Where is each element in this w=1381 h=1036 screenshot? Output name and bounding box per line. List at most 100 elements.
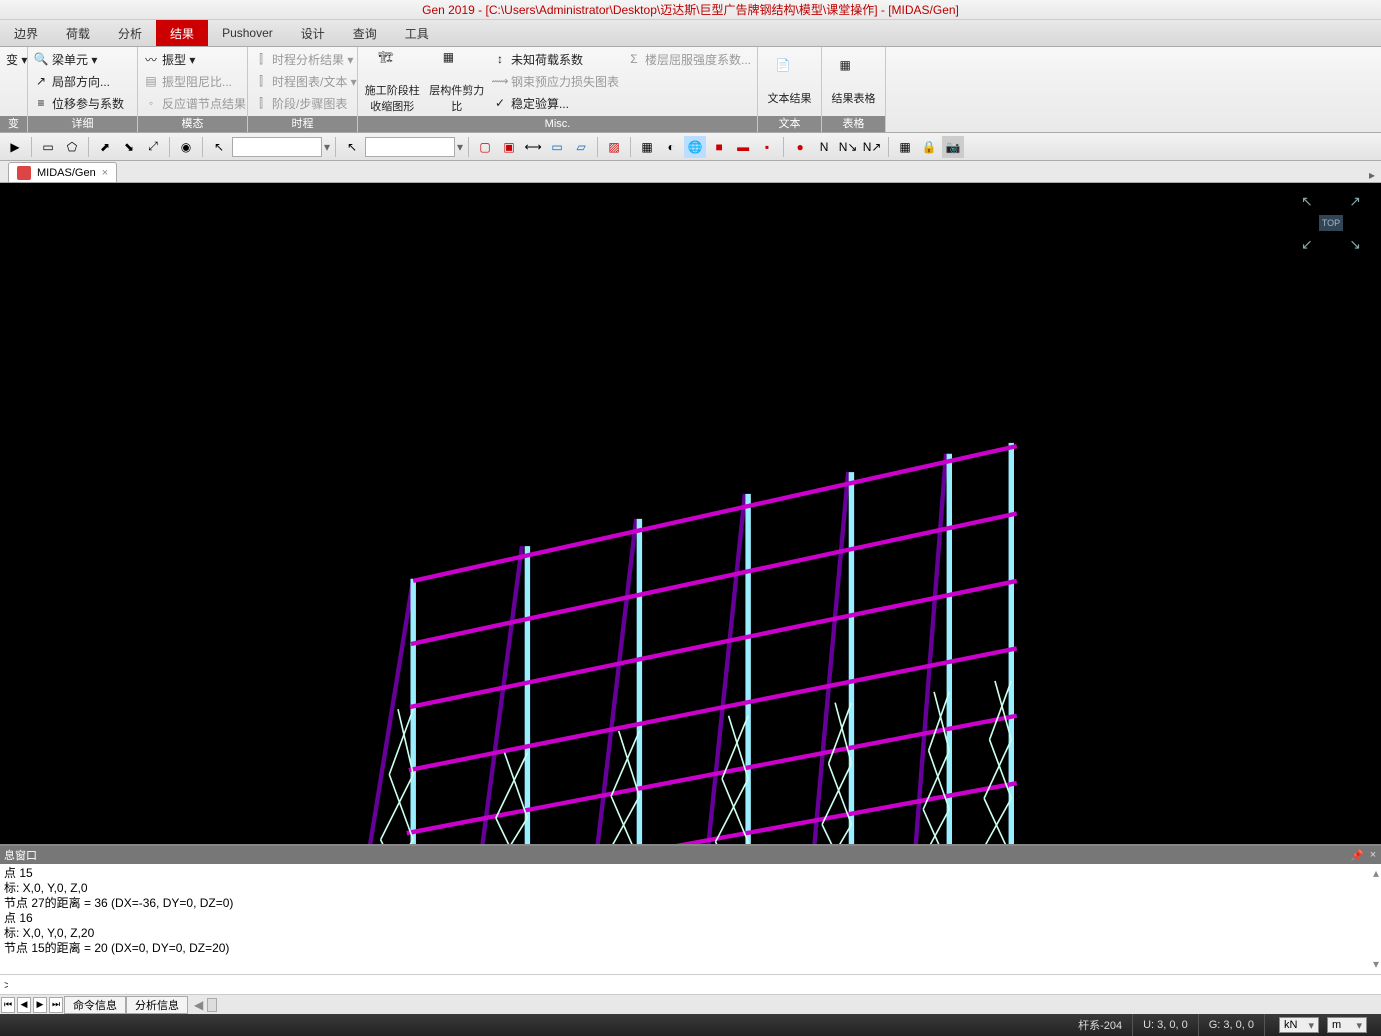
chart-icon: ▤ [144, 74, 158, 88]
close-panel-icon[interactable]: × [1365, 849, 1381, 861]
text-result-button[interactable]: 📄 文本结果 [764, 49, 815, 114]
pin-icon[interactable]: 📌 [1349, 849, 1365, 862]
menu-tools[interactable]: 工具 [391, 20, 443, 46]
arrow-nw-icon[interactable]: ↖ [1301, 193, 1313, 210]
select-icon[interactable]: ▭ [37, 136, 59, 158]
menu-analysis[interactable]: 分析 [104, 20, 156, 46]
group-detail-label: 详细 [28, 116, 137, 132]
run-icon[interactable]: ▶ [4, 136, 26, 158]
local-dir-button[interactable]: ↗局部方向... [34, 71, 124, 91]
render-icon[interactable]: 🌐 [684, 136, 706, 158]
tab-scroll-icon[interactable]: ▸ [1363, 168, 1381, 182]
arrow-sw-icon[interactable]: ↙ [1301, 236, 1313, 253]
doc-tab-midas[interactable]: MIDAS/Gen × [8, 162, 117, 182]
viewcube-face[interactable]: TOP [1319, 215, 1343, 231]
pointer2-icon[interactable]: ↖ [341, 136, 363, 158]
tab-prev-icon[interactable]: ◀ [17, 997, 31, 1013]
wireframe-icon[interactable]: ▦ [636, 136, 658, 158]
select-cross-icon[interactable]: ⤢ [142, 136, 164, 158]
building-icon: 🏗 [378, 50, 406, 78]
close-icon[interactable]: × [102, 167, 108, 179]
select-poly-icon[interactable]: ⬠ [61, 136, 83, 158]
frame-icon[interactable]: ▢ [474, 136, 496, 158]
window-title: Gen 2019 - [C:\Users\Administrator\Deskt… [422, 1, 959, 18]
story-yield-button[interactable]: Σ楼层屈服强度系数... [627, 49, 751, 69]
group-text-label: 文本 [758, 116, 821, 132]
app-icon [17, 166, 31, 180]
link-icon[interactable]: ⟷ [522, 136, 544, 158]
select-input-2[interactable] [365, 137, 455, 157]
stability-check-button[interactable]: ✓稳定验算... [493, 93, 619, 113]
unknown-load-button[interactable]: ↕未知荷载系数 [493, 49, 619, 69]
scroll-up-icon[interactable]: ▴ [1373, 866, 1379, 881]
status-bar: 杆系-204 U: 3, 0, 0 G: 3, 0, 0 kN▾ m▾ [0, 1014, 1381, 1036]
menu-query[interactable]: 查询 [339, 20, 391, 46]
view-cube[interactable]: ↖ ↗ ↙ ↘ TOP [1301, 193, 1361, 253]
tab-first-icon[interactable]: ⏮ [1, 997, 15, 1013]
hidden-icon[interactable]: ▣ [498, 136, 520, 158]
chart-icon: ⫿ [254, 74, 268, 88]
elem-num-icon[interactable]: N↘ [837, 136, 859, 158]
command-line: > [0, 974, 1381, 994]
response-node-button[interactable]: ◦反应谱节点结果 [144, 93, 246, 113]
th-result-button[interactable]: ⫿时程分析结果 ▾ [254, 49, 357, 69]
viewport-3d[interactable]: ↖ ↗ ↙ ↘ TOP [0, 183, 1381, 844]
arrow-ne-icon[interactable]: ↗ [1349, 193, 1361, 210]
node-num-icon[interactable]: N [813, 136, 835, 158]
disp-part-button[interactable]: ≡位移参与系数 [34, 93, 124, 113]
message-body[interactable]: ▴ 点 15 标: X,0, Y,0, Z,0 节点 27的距离 = 36 (D… [0, 864, 1381, 974]
scroll-down-icon[interactable]: ▾ [1373, 957, 1379, 972]
menu-results[interactable]: 结果 [156, 20, 208, 46]
tendon-loss-button[interactable]: ⟿钢束预应力损失图表 [493, 71, 619, 91]
beam-element-button[interactable]: 🔍梁单元 ▾ [34, 49, 124, 69]
select-input-1[interactable] [232, 137, 322, 157]
shade-icon[interactable]: ■ [708, 136, 730, 158]
arrow-se-icon[interactable]: ↘ [1349, 236, 1361, 253]
construction-stage-button[interactable]: 🏗 施工阶段柱收缩图形 [364, 49, 420, 114]
tab-last-icon[interactable]: ⏭ [49, 997, 63, 1013]
menu-boundary[interactable]: 边界 [0, 20, 52, 46]
shade2-icon[interactable]: ▬ [732, 136, 754, 158]
tendon-icon: ⟿ [493, 74, 507, 88]
select-single-icon[interactable]: ⬈ [94, 136, 116, 158]
title-bar: Gen 2019 - [C:\Users\Administrator\Deskt… [0, 0, 1381, 20]
unit-length[interactable]: m▾ [1327, 1017, 1367, 1033]
tab-command-info[interactable]: 命令信息 [64, 996, 126, 1014]
menu-load[interactable]: 荷载 [52, 20, 104, 46]
solid-icon[interactable]: ◐ [660, 136, 682, 158]
select-window-icon[interactable]: ⬊ [118, 136, 140, 158]
damping-button[interactable]: ▤振型阻尼比... [144, 71, 246, 91]
document-tabs: MIDAS/Gen × ▸ [0, 161, 1381, 183]
shrink-icon[interactable]: ▭ [546, 136, 568, 158]
mode-shape-button[interactable]: 〰振型 ▾ [144, 49, 246, 69]
select-all-icon[interactable]: ◉ [175, 136, 197, 158]
elem-num2-icon[interactable]: N↗ [861, 136, 883, 158]
menu-design[interactable]: 设计 [287, 20, 339, 46]
command-prompt: > [0, 978, 8, 992]
record-icon[interactable]: ● [789, 136, 811, 158]
unit-force[interactable]: kN▾ [1279, 1017, 1319, 1033]
command-input[interactable] [8, 976, 1381, 994]
result-table-button[interactable]: ▦ 结果表格 [828, 49, 879, 114]
stage-chart-button[interactable]: ⫿阶段/步骤图表 [254, 93, 357, 113]
deform-button[interactable]: 变 ▾ [6, 49, 27, 69]
tab-next-icon[interactable]: ▶ [33, 997, 47, 1013]
plane-icon[interactable]: ▨ [603, 136, 625, 158]
perspective-icon[interactable]: ▱ [570, 136, 592, 158]
story-shear-button[interactable]: ▦ 层构件剪力比 [428, 49, 484, 114]
status-g: G: 3, 0, 0 [1199, 1014, 1265, 1036]
camera-icon[interactable]: 📷 [942, 136, 964, 158]
axis-icon: ↗ [34, 74, 48, 88]
menu-pushover[interactable]: Pushover [208, 20, 287, 46]
lock2-icon[interactable]: 🔒 [918, 136, 940, 158]
list-icon: ≡ [34, 96, 48, 110]
message-header: 息窗口 📌 × [0, 846, 1381, 864]
tab-analysis-info[interactable]: 分析信息 [126, 996, 188, 1014]
tab-hscroll[interactable]: ◀ [188, 998, 1381, 1012]
th-chart-button[interactable]: ⫿时程图表/文本 ▾ [254, 71, 357, 91]
scroll-thumb[interactable] [207, 998, 217, 1012]
message-panel: 息窗口 📌 × ▴ 点 15 标: X,0, Y,0, Z,0 节点 27的距离… [0, 844, 1381, 1014]
lock-icon[interactable]: ▦ [894, 136, 916, 158]
shade3-icon[interactable]: ▪ [756, 136, 778, 158]
pointer-icon[interactable]: ↖ [208, 136, 230, 158]
